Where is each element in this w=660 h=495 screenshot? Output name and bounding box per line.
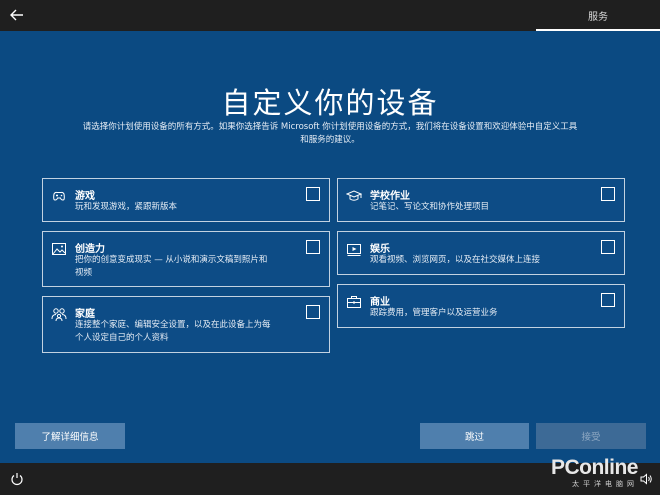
option-description: 连接整个家庭、编辑安全设置，以及在此设备上为每 个人设定自己的个人资料 (75, 319, 271, 345)
option-desc-line-1: 跟踪费用，管理客户以及运营业务 (370, 308, 498, 318)
option-title: 家庭 (75, 309, 95, 320)
watermark-subtitle: 太平洋电脑网 (572, 480, 638, 488)
option-title: 创造力 (75, 244, 105, 255)
graduation-cap-icon (346, 190, 362, 201)
option-card-entertainment[interactable]: 娱乐 观看视频、浏览网页，以及在社交媒体上连接 (337, 231, 625, 275)
accept-button[interactable]: 接受 (536, 423, 646, 449)
top-bar: 服务 (0, 0, 660, 31)
accept-label: 接受 (581, 432, 601, 443)
option-description: 记笔记、写论文和协作处理项目 (370, 201, 489, 214)
subtitle-line-2: 和服务的建议。 (300, 135, 360, 145)
family-icon (51, 308, 67, 322)
option-card-gaming[interactable]: 游戏 玩和发现游戏，紧跟新版本 (42, 178, 330, 222)
gamepad-icon (53, 191, 65, 201)
option-desc-line-1: 把你的创意变成现实 — 从小说和演示文稿到照片和 (75, 255, 268, 265)
option-title: 商业 (370, 297, 390, 308)
option-description: 玩和发现游戏，紧跟新版本 (75, 201, 177, 214)
briefcase-icon (347, 296, 361, 308)
option-desc-line-2: 个人设定自己的个人资料 (75, 333, 169, 343)
checkbox-business[interactable] (601, 293, 615, 307)
checkbox-schoolwork[interactable] (601, 187, 615, 201)
checkbox-gaming[interactable] (306, 187, 320, 201)
tab-services[interactable]: 服务 (536, 0, 660, 31)
back-button[interactable] (7, 5, 27, 25)
option-title: 学校作业 (370, 191, 410, 202)
option-card-business[interactable]: 商业 跟踪费用，管理客户以及运营业务 (337, 284, 625, 328)
option-card-schoolwork[interactable]: 学校作业 记笔记、写论文和协作处理项目 (337, 178, 625, 222)
option-desc-line-1: 玩和发现游戏，紧跟新版本 (75, 202, 178, 212)
learn-more-button[interactable]: 了解详细信息 (15, 423, 125, 449)
skip-button[interactable]: 跳过 (420, 423, 529, 449)
page-title: 自定义你的设备 (221, 86, 439, 120)
option-desc-line-2: 视频 (75, 268, 93, 278)
watermark: PConline 太平洋电脑网 (550, 456, 639, 489)
option-description: 把你的创意变成现实 — 从小说和演示文稿到照片和 视频 (75, 254, 267, 280)
watermark-logo: PConline (550, 456, 639, 479)
checkbox-family[interactable] (306, 305, 320, 319)
skip-label: 跳过 (464, 432, 484, 443)
option-description: 跟踪费用，管理客户以及运营业务 (370, 307, 498, 320)
subtitle-line-1: 请选择你计划使用设备的所有方式。如果你选择告诉 Microsoft 你计划使用设… (82, 122, 578, 132)
bottom-bar: PConline 太平洋电脑网 (0, 457, 660, 495)
option-desc-line-1: 观看视频、浏览网页，以及在社交媒体上连接 (370, 255, 541, 265)
option-desc-line-1: 连接整个家庭、编辑安全设置，以及在此设备上为每 (75, 320, 271, 330)
option-card-creativity[interactable]: 创造力 把你的创意变成现实 — 从小说和演示文稿到照片和 视频 (42, 231, 330, 287)
back-arrow-icon (10, 9, 23, 21)
learn-more-label: 了解详细信息 (41, 432, 99, 443)
checkbox-entertainment[interactable] (601, 240, 615, 254)
accessibility-icon[interactable] (10, 472, 24, 486)
option-desc-line-1: 记笔记、写论文和协作处理项目 (370, 202, 490, 212)
tab-services-label: 服务 (588, 12, 608, 23)
option-title: 游戏 (75, 191, 95, 202)
image-icon (52, 243, 66, 255)
option-card-family[interactable]: 家庭 连接整个家庭、编辑安全设置，以及在此设备上为每 个人设定自己的个人资料 (42, 296, 330, 353)
volume-icon[interactable] (639, 472, 653, 486)
page-subtitle: 请选择你计划使用设备的所有方式。如果你选择告诉 Microsoft 你计划使用设… (40, 121, 620, 147)
option-title: 娱乐 (370, 244, 390, 255)
checkbox-creativity[interactable] (306, 240, 320, 254)
video-icon (347, 244, 361, 256)
option-description: 观看视频、浏览网页，以及在社交媒体上连接 (370, 254, 540, 267)
